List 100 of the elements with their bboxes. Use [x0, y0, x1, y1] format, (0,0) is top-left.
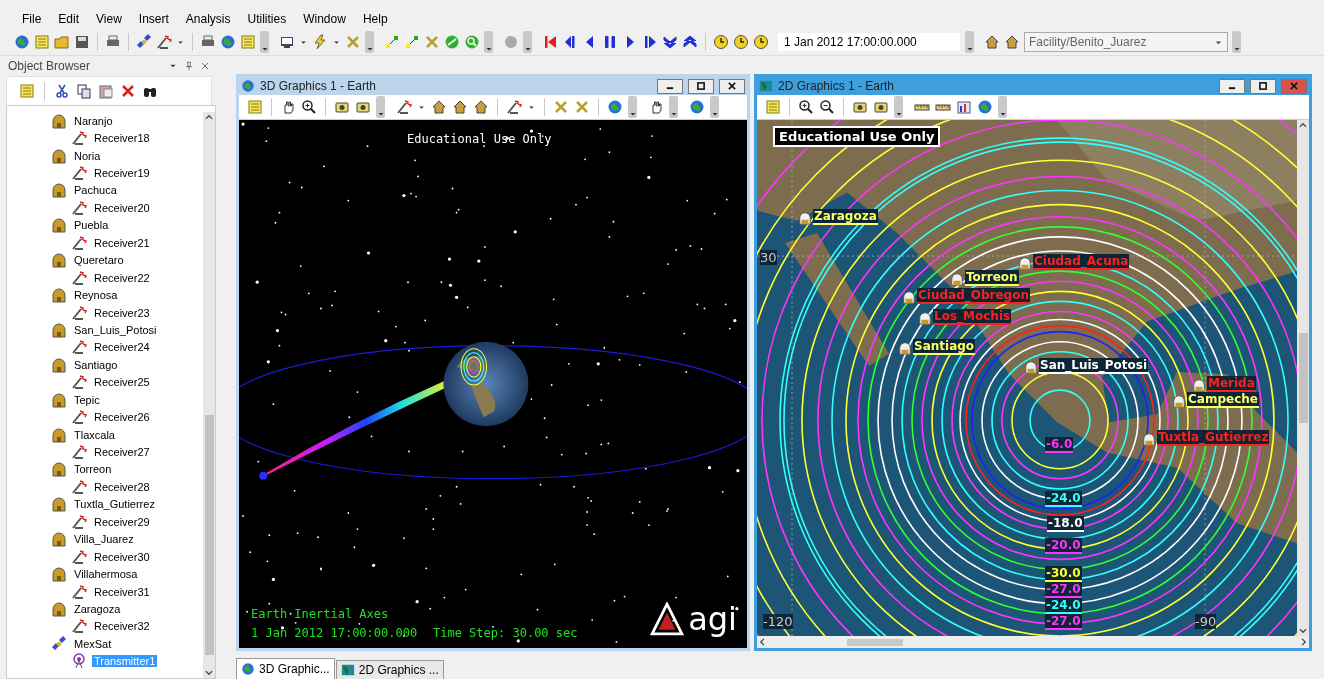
- scroll-left-icon[interactable]: [757, 637, 767, 647]
- maximize-button[interactable]: [1250, 78, 1276, 94]
- camera-icon[interactable]: [873, 99, 889, 115]
- monitor-icon[interactable]: [279, 34, 295, 50]
- scroll-up-icon[interactable]: [204, 112, 214, 122]
- tree-item[interactable]: Receiver22: [92, 271, 152, 284]
- save-icon[interactable]: [74, 34, 90, 50]
- close-button[interactable]: [719, 78, 745, 94]
- globe-icon[interactable]: [977, 99, 993, 115]
- tree-item[interactable]: Receiver27: [92, 446, 152, 459]
- step-forward-icon[interactable]: [642, 34, 658, 50]
- dish-icon[interactable]: [396, 99, 412, 115]
- horizontal-scrollbar[interactable]: [757, 636, 1309, 648]
- scrollbar-thumb[interactable]: [847, 638, 903, 646]
- menu-item[interactable]: Edit: [58, 12, 80, 26]
- time-field[interactable]: 1 Jan 2012 17:00:00.000: [777, 32, 961, 52]
- dish-icon[interactable]: [156, 34, 172, 50]
- tree-item[interactable]: Torreon: [72, 463, 114, 476]
- overflow-button[interactable]: [894, 96, 903, 118]
- tree-item[interactable]: Receiver23: [92, 306, 152, 319]
- tree-item[interactable]: Reynosa: [72, 289, 120, 302]
- close-button[interactable]: [1281, 78, 1307, 94]
- menu-item[interactable]: Insert: [138, 12, 169, 26]
- double-chevron-down-icon[interactable]: [662, 34, 678, 50]
- pause-icon[interactable]: [602, 34, 618, 50]
- chart-icon[interactable]: [956, 99, 972, 115]
- overflow-button[interactable]: [523, 31, 532, 53]
- overflow-button[interactable]: [998, 96, 1007, 118]
- double-chevron-up-icon[interactable]: [682, 34, 698, 50]
- window-tab[interactable]: 2D Graphics ...: [335, 660, 444, 679]
- scroll-right-icon[interactable]: [1299, 637, 1309, 647]
- tree-item[interactable]: Zaragoza: [72, 602, 123, 615]
- crossed-tools-icon[interactable]: [553, 99, 569, 115]
- house-icon[interactable]: [473, 99, 489, 115]
- scroll-up-icon[interactable]: [1298, 120, 1308, 130]
- link-icon[interactable]: [404, 34, 420, 50]
- overflow-button[interactable]: [965, 31, 974, 53]
- tree-item[interactable]: Receiver20: [92, 201, 152, 214]
- folder-icon[interactable]: [54, 34, 70, 50]
- house-icon[interactable]: [1004, 34, 1020, 50]
- minimize-button[interactable]: [657, 78, 683, 94]
- delete-icon[interactable]: [120, 83, 136, 99]
- menu-item[interactable]: Utilities: [247, 12, 287, 26]
- menu-item[interactable]: Analysis: [185, 12, 231, 26]
- overflow-button[interactable]: [710, 96, 719, 118]
- tree-item[interactable]: San_Luis_Potosi: [72, 323, 159, 336]
- vertical-scrollbar[interactable]: [1297, 120, 1309, 636]
- camera-icon[interactable]: [852, 99, 868, 115]
- tree-item[interactable]: Noria: [72, 149, 103, 162]
- overflow-button[interactable]: [669, 96, 678, 118]
- tree-item[interactable]: Receiver28: [92, 480, 152, 493]
- tree-item[interactable]: Tepic: [72, 393, 102, 406]
- camera-icon[interactable]: [355, 99, 371, 115]
- lightning-icon[interactable]: [312, 34, 328, 50]
- vertical-scrollbar[interactable]: [203, 112, 215, 678]
- tree-item[interactable]: Tlaxcala: [72, 428, 117, 441]
- tree-item[interactable]: Villahermosa: [72, 568, 140, 581]
- zoom-in-icon[interactable]: [301, 99, 317, 115]
- scissors-icon[interactable]: [54, 83, 70, 99]
- tree-item[interactable]: Queretaro: [72, 254, 126, 267]
- scrollbar-thumb[interactable]: [1298, 333, 1308, 423]
- overflow-button[interactable]: [484, 31, 493, 53]
- crossed-tools-icon[interactable]: [574, 99, 590, 115]
- house-icon[interactable]: [431, 99, 447, 115]
- tree-item[interactable]: Receiver24: [92, 341, 152, 354]
- overflow-button[interactable]: [1232, 31, 1241, 53]
- clipboard-icon[interactable]: [98, 83, 114, 99]
- globe-icon[interactable]: [220, 34, 236, 50]
- menu-item[interactable]: Window: [303, 12, 346, 26]
- menu-item[interactable]: Help: [362, 12, 388, 26]
- skip-back-icon[interactable]: [542, 34, 558, 50]
- scroll-down-icon[interactable]: [1298, 626, 1308, 636]
- tree-item[interactable]: Receiver21: [92, 236, 152, 249]
- camera-icon[interactable]: [334, 99, 350, 115]
- link-icon[interactable]: [384, 34, 400, 50]
- tree-item[interactable]: Pachuca: [72, 184, 119, 197]
- object-dropdown[interactable]: Facility/Benito_Juarez: [1024, 32, 1228, 52]
- pin-icon[interactable]: [184, 61, 194, 71]
- clock-icon[interactable]: [753, 34, 769, 50]
- menu-item[interactable]: View: [96, 12, 122, 26]
- dish-icon[interactable]: [506, 99, 522, 115]
- scrollbar-thumb[interactable]: [204, 415, 214, 655]
- close-icon[interactable]: [200, 61, 210, 71]
- satellite-icon[interactable]: [136, 34, 152, 50]
- minimize-button[interactable]: [1219, 78, 1245, 94]
- clock-icon[interactable]: [713, 34, 729, 50]
- zoom-in-icon[interactable]: [798, 99, 814, 115]
- tree-item[interactable]: Receiver32: [92, 620, 152, 633]
- scroll-down-icon[interactable]: [204, 668, 214, 678]
- tree-item[interactable]: Naranjo: [72, 114, 115, 127]
- tree-item[interactable]: Receiver25: [92, 376, 152, 389]
- zoom-out-icon[interactable]: [819, 99, 835, 115]
- overflow-button[interactable]: [628, 96, 637, 118]
- tree-item[interactable]: Receiver18: [92, 132, 152, 145]
- house-icon[interactable]: [984, 34, 1000, 50]
- tree-item[interactable]: Receiver19: [92, 167, 152, 180]
- tree-item[interactable]: MexSat: [72, 637, 114, 650]
- tree-item[interactable]: Villa_Juarez: [72, 533, 136, 546]
- globe-icon[interactable]: [607, 99, 623, 115]
- overflow-button[interactable]: [260, 31, 269, 53]
